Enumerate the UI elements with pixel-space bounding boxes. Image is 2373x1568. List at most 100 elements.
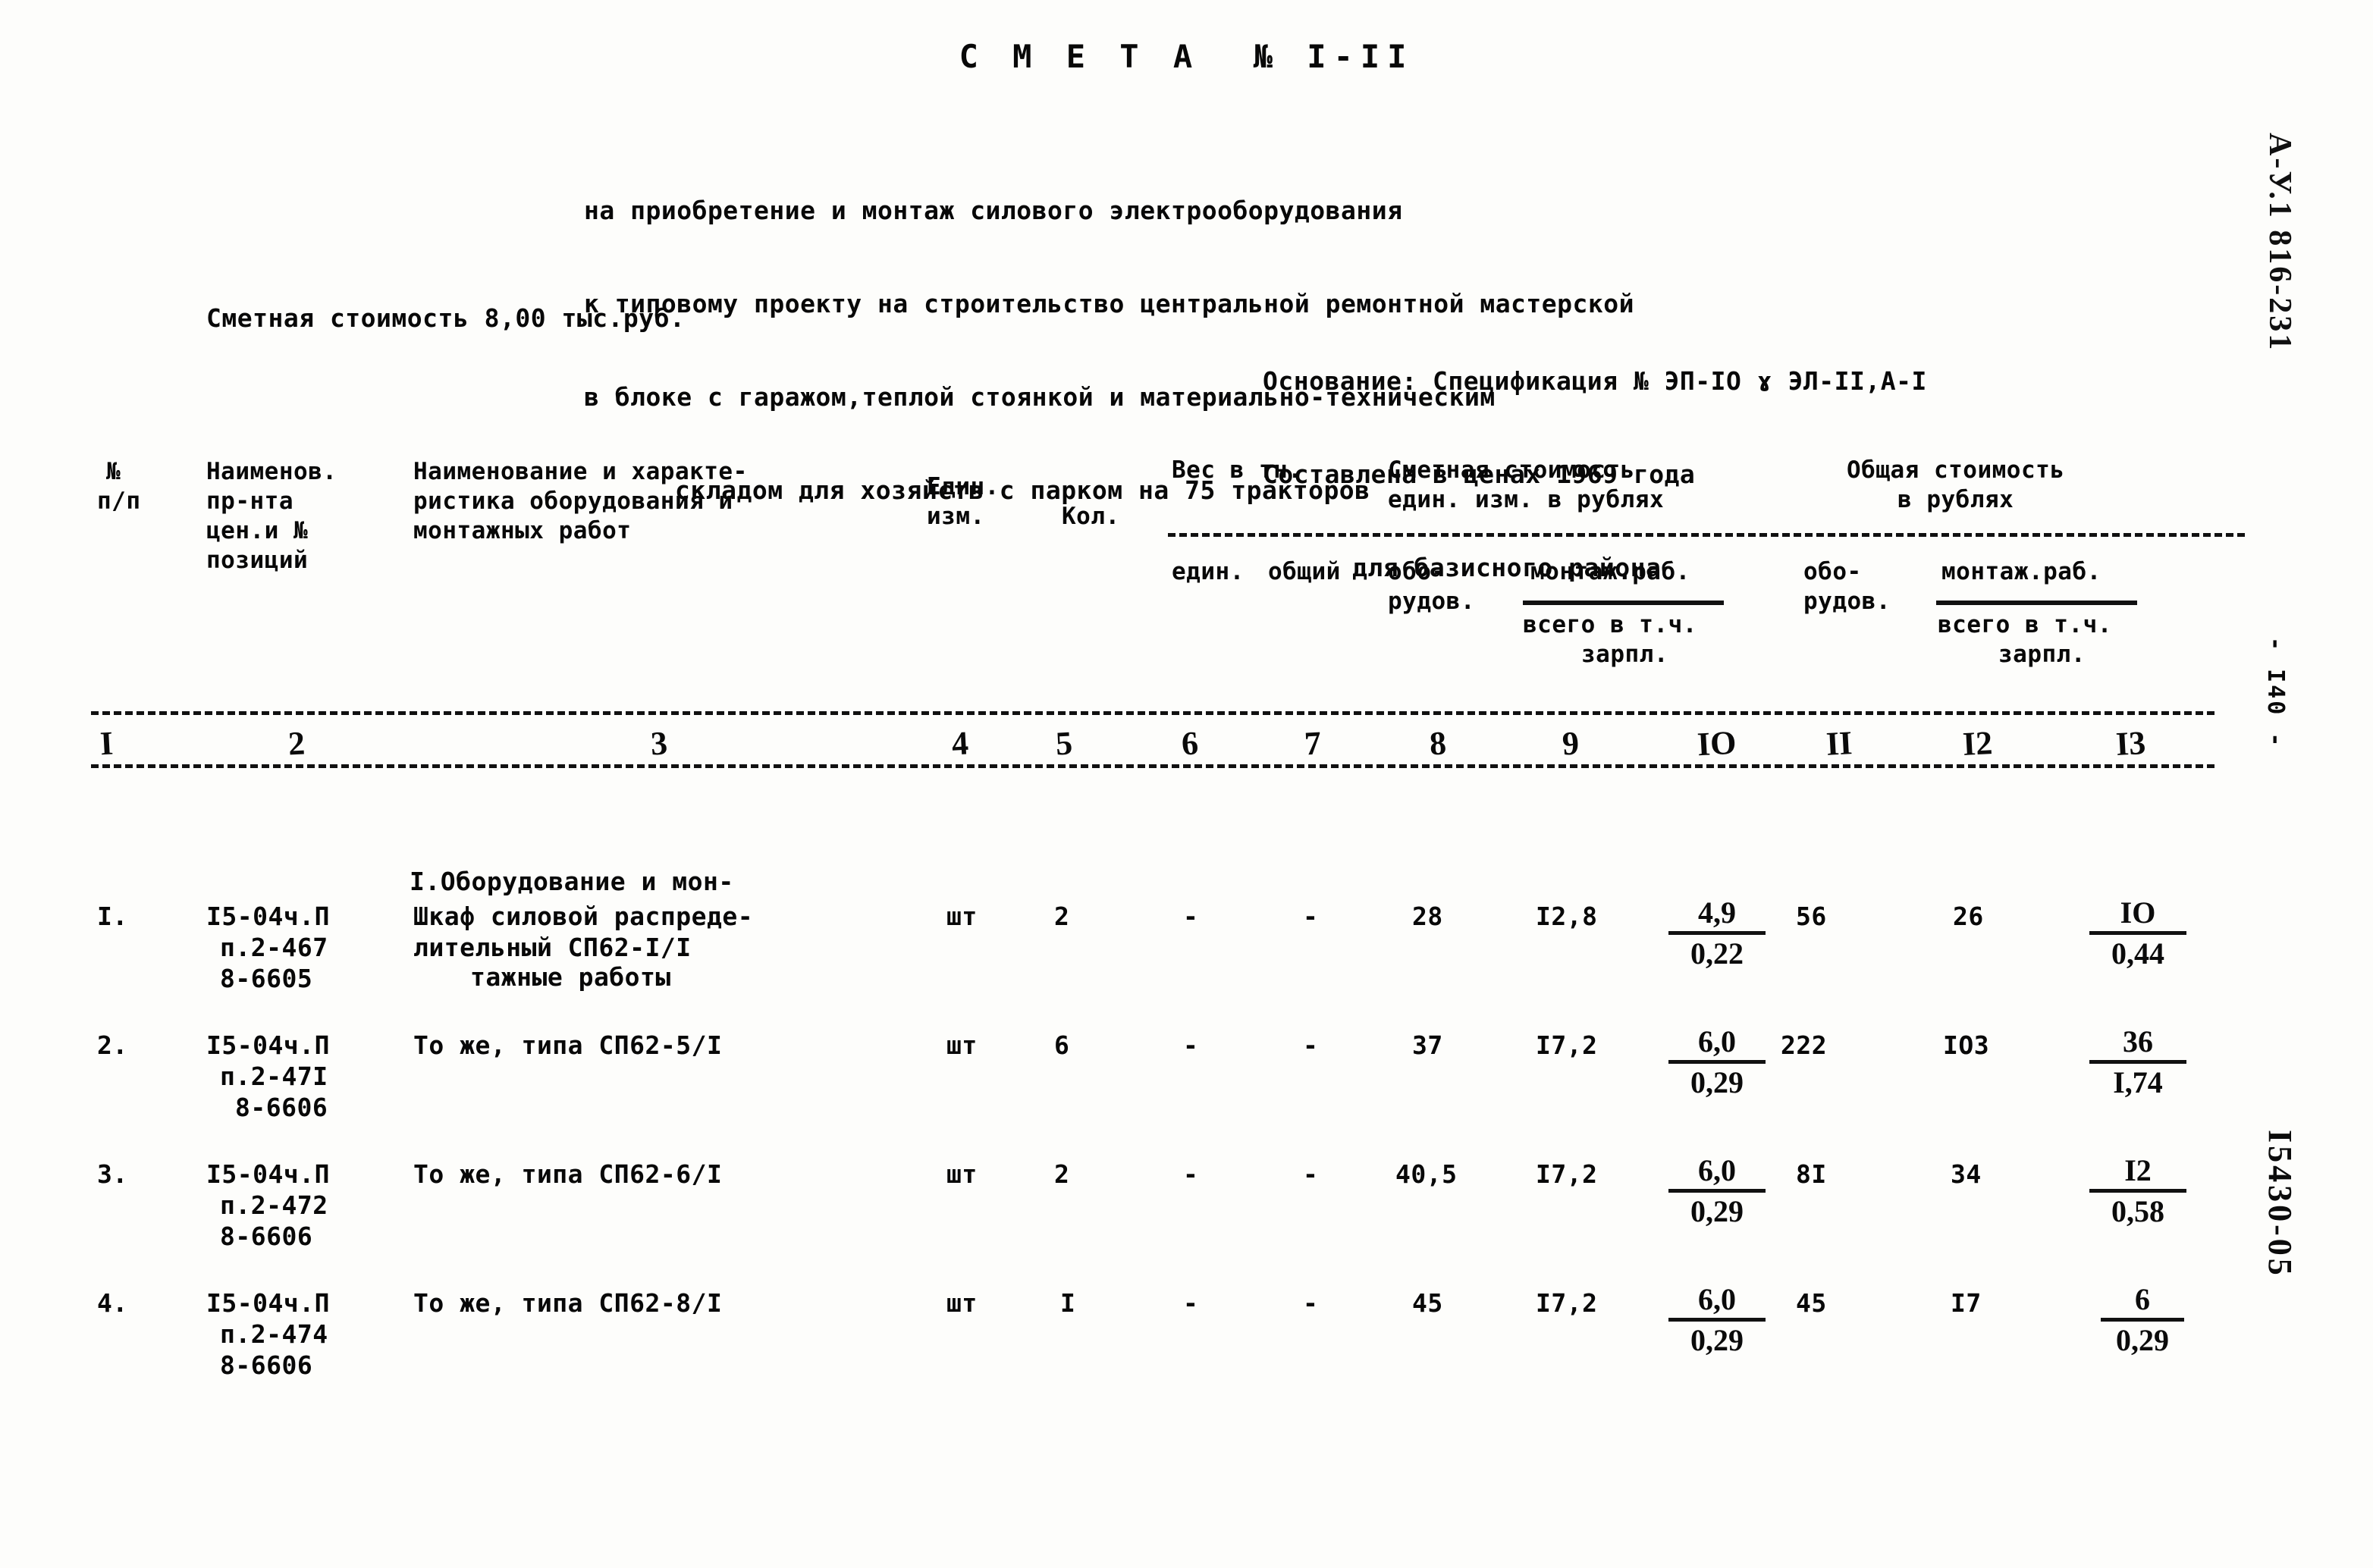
basis-line-1: Основание: Спецификация № ЭП-IO ɤ ЭЛ-II,…	[1263, 366, 1927, 396]
column-number-13: I3	[2114, 724, 2147, 763]
unit-install-work-fraction: 4,9 0,22	[1668, 896, 1766, 971]
column-number-12: I2	[1961, 724, 1994, 763]
fraction-bar	[1668, 1189, 1766, 1193]
header-col-3-b: ристика оборудования и	[413, 488, 733, 515]
column-number-3: 3	[649, 724, 669, 763]
header-col-12-c: зарпл.	[1998, 641, 2086, 668]
total-install-work-wages: 0,58	[2111, 1194, 2164, 1228]
column-number-10: IO	[1696, 723, 1737, 764]
unit-install-cost: I7,2	[1536, 1030, 1598, 1060]
header-col-2-d: позиций	[206, 547, 309, 574]
table-header: № п/п Наименов. пр-нта цен.и № позиций Н…	[0, 444, 2373, 717]
unit-install-cost: I7,2	[1536, 1288, 1598, 1318]
header-col-3-a: Наименование и характе-	[413, 458, 748, 485]
row-number: 3.	[97, 1159, 128, 1189]
header-col-9-bar	[1523, 601, 1724, 605]
column-number-4: 4	[950, 724, 970, 763]
unit-install-work-total: 4,9	[1698, 895, 1736, 930]
quantity: I	[1060, 1288, 1076, 1318]
weight-unit: -	[1183, 1159, 1199, 1189]
total-install-work-wages: I,74	[2113, 1065, 2163, 1099]
description-line1: Шкаф силовой распреде-	[413, 902, 754, 931]
header-col-1: №	[106, 458, 121, 485]
unit: шт	[946, 1159, 978, 1189]
weight-total: -	[1303, 902, 1319, 931]
header-col-8-a: обо-	[1388, 558, 1446, 585]
row-number: 2.	[97, 1030, 128, 1060]
fraction-bar	[1668, 1318, 1766, 1322]
column-number-8: 8	[1428, 724, 1448, 763]
price-ref-line2: п.2-474	[220, 1319, 328, 1349]
total-install-work-fraction: 36 I,74	[2089, 1025, 2186, 1099]
total-install-cost: I7	[1951, 1288, 1982, 1318]
header-col-4-a: Един.	[927, 473, 1000, 500]
estimate-cost-line: Сметная стоимость 8,00 тыс.руб.	[206, 303, 686, 333]
header-col-1-b: п/п	[97, 488, 141, 515]
total-install-work-fraction: IO 0,44	[2089, 896, 2186, 971]
column-number-5: 5	[1054, 724, 1074, 763]
unit-install-work-wages: 0,29	[1690, 1065, 1744, 1099]
unit: шт	[946, 1288, 978, 1318]
weight-total: -	[1303, 1159, 1319, 1189]
weight-unit: -	[1183, 1030, 1199, 1060]
header-col-2-c: цен.и №	[206, 517, 309, 544]
fraction-bar	[1668, 931, 1766, 935]
unit-equipment-cost: 45	[1412, 1288, 1443, 1318]
header-total-cost-group-b: в рублях	[1897, 486, 2014, 513]
description-line1: То же, типа СП62-8/I	[413, 1288, 723, 1318]
header-bottom-rule	[91, 711, 2214, 715]
unit-install-work-total: 6,0	[1698, 1153, 1736, 1187]
price-ref-line1: I5-04ч.П	[206, 1159, 330, 1189]
weight-total: -	[1303, 1030, 1319, 1060]
header-total-cost-group-a: Общая стоимость	[1847, 456, 2065, 484]
sheet-code-annotation: I5430-05	[2262, 1130, 2299, 1278]
weight-unit: -	[1183, 1288, 1199, 1318]
total-equipment-cost: 222	[1781, 1030, 1828, 1060]
unit-install-cost: I7,2	[1536, 1159, 1598, 1189]
header-col-12-bar	[1936, 601, 2137, 605]
unit-equipment-cost: 37	[1412, 1030, 1443, 1060]
section-title-line-1: I.Оборудование и мон-	[410, 867, 734, 896]
row-number: 4.	[97, 1288, 128, 1318]
unit: шт	[946, 902, 978, 931]
column-number-11: II	[1825, 724, 1854, 763]
unit-install-work-wages: 0,22	[1690, 936, 1744, 971]
quantity: 2	[1054, 1159, 1070, 1189]
total-install-work-fraction: 6 0,29	[2101, 1283, 2184, 1357]
price-ref-line1: I5-04ч.П	[206, 902, 330, 931]
total-equipment-cost: 45	[1796, 1288, 1827, 1318]
total-install-cost: IO3	[1943, 1030, 1990, 1060]
column-number-1: I	[99, 724, 115, 763]
price-ref-line2: п.2-472	[220, 1190, 328, 1220]
header-col-10-a: обо-	[1803, 558, 1862, 585]
fraction-bar	[2089, 1060, 2186, 1064]
section-title-line-2: тажные работы	[470, 962, 671, 992]
unit-install-work-total: 6,0	[1698, 1282, 1736, 1316]
header-col-9-c: зарпл.	[1581, 641, 1668, 668]
header-col-9-b: всего в т.ч.	[1523, 611, 1697, 638]
header-col-12-b: всего в т.ч.	[1938, 611, 2112, 638]
price-ref-line1: I5-04ч.П	[206, 1288, 330, 1318]
fraction-bar	[2089, 1189, 2186, 1193]
header-col-8-b: рудов.	[1388, 588, 1475, 615]
unit-install-work-fraction: 6,0 0,29	[1668, 1154, 1766, 1228]
header-col-12-a: монтаж.раб.	[1941, 558, 2101, 585]
total-install-work-fraction: I2 0,58	[2089, 1154, 2186, 1228]
header-col-3-c: монтажных работ	[413, 517, 632, 544]
unit-install-cost: I2,8	[1536, 902, 1598, 931]
row-number: I.	[97, 902, 128, 931]
archive-code-annotation: А-У.1 816-231	[2262, 133, 2297, 353]
header-weight-group: Вес в тн.	[1172, 456, 1303, 484]
unit-install-work-total: 6,0	[1698, 1024, 1736, 1058]
total-install-cost: 26	[1953, 902, 1984, 931]
unit-equipment-cost: 40,5	[1395, 1159, 1458, 1189]
fraction-bar	[1668, 1060, 1766, 1064]
price-ref-line3: 8-6606	[220, 1350, 313, 1380]
fraction-bar	[2101, 1318, 2184, 1322]
unit: шт	[946, 1030, 978, 1060]
unit-install-work-fraction: 6,0 0,29	[1668, 1283, 1766, 1357]
total-install-work-total: I2	[2124, 1153, 2152, 1187]
header-group-divider	[1168, 533, 2245, 537]
description-line1: То же, типа СП62-6/I	[413, 1159, 723, 1189]
total-install-work-wages: 0,29	[2116, 1323, 2169, 1357]
